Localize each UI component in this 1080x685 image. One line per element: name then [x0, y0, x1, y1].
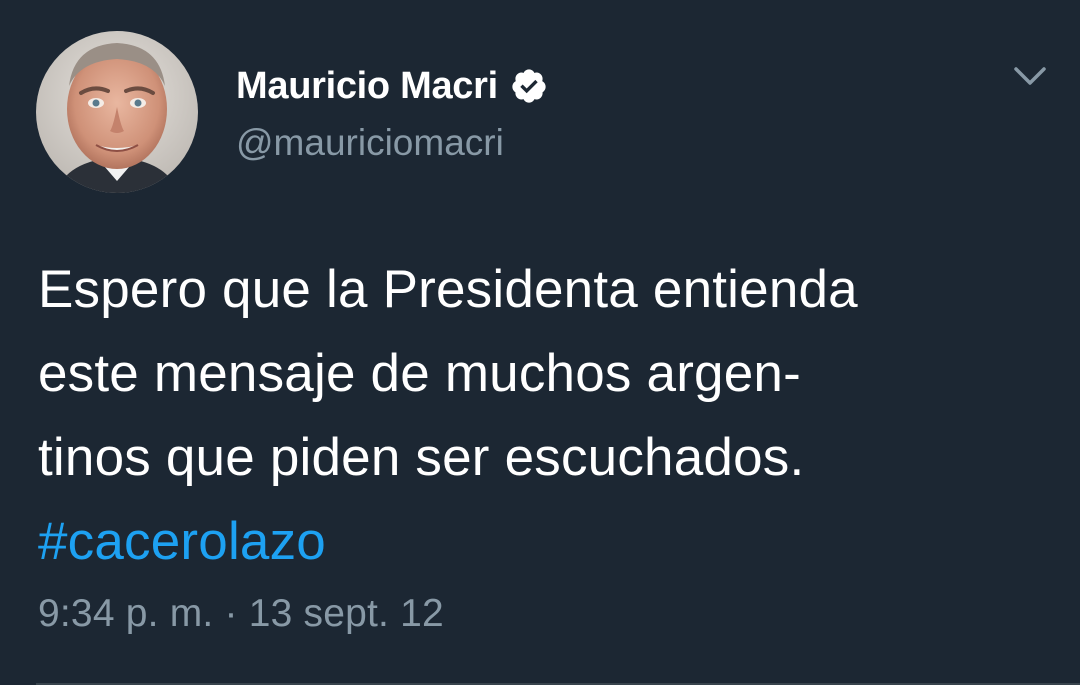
tweet-timestamp[interactable]: 9:34 p. m. · 13 sept. 12	[38, 592, 444, 636]
tweet-text-line: Espero que la Presidenta entienda	[38, 260, 858, 319]
hashtag-link[interactable]: #cacerolazo	[38, 512, 326, 571]
tweet-text: Espero que la Presidenta entienda este m…	[38, 248, 1058, 584]
verified-badge-icon	[512, 69, 546, 103]
avatar-image	[36, 31, 198, 193]
tweet-text-line: tinos que piden ser escuchados.	[38, 428, 805, 487]
chevron-down-icon[interactable]	[1010, 62, 1050, 90]
tweet: Mauricio Macri @mauriciomacri Espero que…	[0, 0, 1080, 685]
author-handle[interactable]: @mauriciomacri	[236, 122, 504, 164]
tweet-text-line: este mensaje de muchos argen-	[38, 344, 801, 403]
timestamp-separator: ·	[224, 592, 238, 635]
author-display-name[interactable]: Mauricio Macri	[236, 65, 498, 108]
avatar[interactable]	[36, 31, 198, 193]
tweet-time[interactable]: 9:34 p. m.	[38, 592, 213, 635]
tweet-date[interactable]: 13 sept. 12	[249, 592, 444, 635]
author-name-row[interactable]: Mauricio Macri	[236, 62, 548, 110]
